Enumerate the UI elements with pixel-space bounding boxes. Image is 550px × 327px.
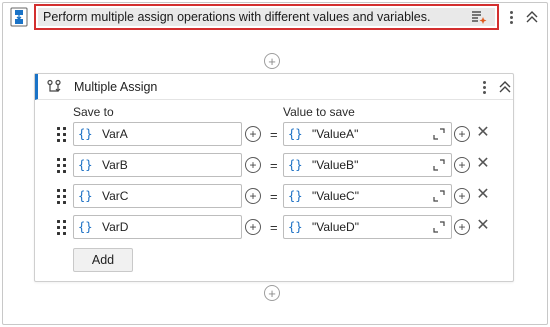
value-options-button[interactable]: + [454,157,470,173]
expand-editor-icon[interactable] [433,127,445,140]
expression-icon: {} [78,158,93,172]
drag-handle-icon[interactable] [57,158,67,174]
assign-icon [46,79,62,95]
value-field[interactable]: {} "ValueD" [283,215,452,239]
autopilot-icon[interactable] [471,10,487,24]
variable-options-button[interactable]: + [245,157,261,173]
variable-field[interactable]: {} VarA [73,122,242,146]
multiple-assign-card: Multiple Assign Save to Value to save {}… [34,73,514,282]
sequence-collapse-icon[interactable] [524,9,540,25]
value-field[interactable]: {} "ValueA" [283,122,452,146]
drag-handle-icon[interactable] [57,127,67,143]
expression-icon: {} [78,189,93,203]
assign-row: {} VarB + = {} "ValueB" + ✕ [35,153,513,179]
value-options-button[interactable]: + [454,188,470,204]
assign-row: {} VarD + = {} "ValueD" + ✕ [35,215,513,241]
add-assignment-button[interactable]: Add [73,248,133,272]
drag-handle-icon[interactable] [57,189,67,205]
insert-activity-top-button[interactable]: + [264,53,280,69]
equals-sign: = [270,158,278,173]
multiple-assign-header[interactable]: Multiple Assign [35,74,513,100]
delete-row-icon[interactable]: ✕ [476,217,490,235]
value-text: "ValueC" [312,189,359,203]
expression-icon: {} [288,158,303,172]
sequence-title-highlight: Perform multiple assign operations with … [34,4,499,30]
expression-icon: {} [288,189,303,203]
variable-options-button[interactable]: + [245,188,261,204]
delete-row-icon[interactable]: ✕ [476,124,490,142]
activity-title: Multiple Assign [74,80,158,94]
value-field[interactable]: {} "ValueC" [283,184,452,208]
sequence-title-bar[interactable]: Perform multiple assign operations with … [38,8,495,26]
value-field[interactable]: {} "ValueB" [283,153,452,177]
expand-editor-icon[interactable] [433,158,445,171]
expand-editor-icon[interactable] [433,220,445,233]
value-text: "ValueA" [312,127,359,141]
variable-name: VarC [102,189,129,203]
drag-handle-icon[interactable] [57,220,67,236]
variable-field[interactable]: {} VarD [73,215,242,239]
variable-options-button[interactable]: + [245,126,261,142]
expression-icon: {} [78,220,93,234]
variable-field[interactable]: {} VarC [73,184,242,208]
variable-name: VarA [102,127,128,141]
activity-more-icon[interactable] [479,78,489,96]
equals-sign: = [270,189,278,204]
sequence-more-icon[interactable] [506,8,516,26]
activity-collapse-icon[interactable] [497,79,513,95]
delete-row-icon[interactable]: ✕ [476,186,490,204]
insert-activity-bottom-button[interactable]: + [264,285,280,301]
expression-icon: {} [288,220,303,234]
expression-icon: {} [288,127,303,141]
variable-name: VarB [102,158,128,172]
value-text: "ValueD" [312,220,359,234]
value-options-button[interactable]: + [454,219,470,235]
variable-options-button[interactable]: + [245,219,261,235]
value-options-button[interactable]: + [454,126,470,142]
expression-icon: {} [78,127,93,141]
variable-field[interactable]: {} VarB [73,153,242,177]
assign-row: {} VarC + = {} "ValueC" + ✕ [35,184,513,210]
equals-sign: = [270,220,278,235]
equals-sign: = [270,127,278,142]
value-text: "ValueB" [312,158,359,172]
assign-row: {} VarA + = {} "ValueA" + ✕ [35,122,513,148]
save-to-label: Save to [73,105,114,119]
sequence-icon [8,6,30,28]
value-to-save-label: Value to save [283,105,355,119]
delete-row-icon[interactable]: ✕ [476,155,490,173]
sequence-title: Perform multiple assign operations with … [43,10,431,24]
expand-editor-icon[interactable] [433,189,445,202]
variable-name: VarD [102,220,129,234]
